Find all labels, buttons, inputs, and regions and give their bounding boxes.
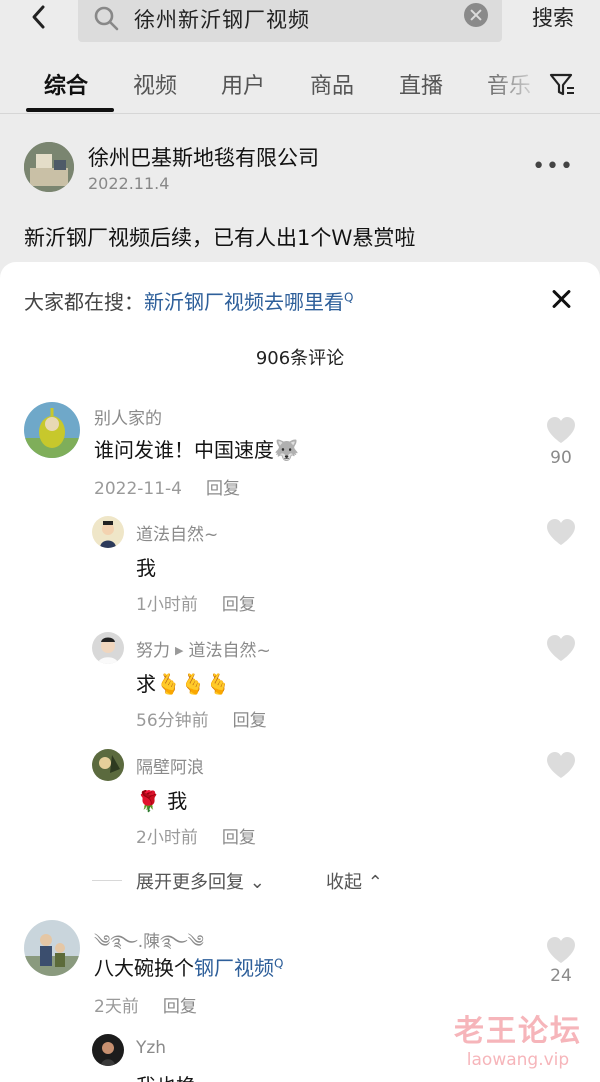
search-button[interactable]: 搜索 xyxy=(532,2,574,32)
reply-date: 2小时前 xyxy=(136,828,198,848)
collapse-replies-button[interactable]: 收起 ⌃ xyxy=(326,868,383,894)
reply-date: 1小时前 xyxy=(136,595,198,615)
trending-label: 大家都在搜： xyxy=(24,290,144,314)
heart-hands-emoji: 🫰🫰🫰 xyxy=(156,672,231,696)
search-small-icon: Q xyxy=(344,290,354,305)
tab-bar: 综合 视频 用户 商品 直播 音乐 xyxy=(0,58,600,114)
reply-to-user[interactable]: 道法自然~ xyxy=(188,641,270,661)
watermark-en: laowang.vip xyxy=(466,1050,570,1070)
tab-users[interactable]: 用户 xyxy=(221,68,265,100)
search-query: 徐州新沂钢厂视频 xyxy=(134,8,310,32)
comment-meta: 2022-11-4 回复 xyxy=(94,474,240,499)
reply-text: 🌹 我 xyxy=(136,789,188,813)
reply-text: 我 xyxy=(136,556,156,580)
rose-emoji: 🌹 xyxy=(136,789,161,813)
comment-sheet: 大家都在搜：新沂钢厂视频去哪里看Q 906条评论 别人家的 谁问发谁！中国速度🐺… xyxy=(0,262,600,1082)
search-icon xyxy=(94,6,119,31)
reply-arrow-icon: ▶ xyxy=(175,644,184,657)
avatar[interactable] xyxy=(92,516,124,548)
comment-meta: 2天前 回复 xyxy=(94,992,197,1017)
heart-icon[interactable] xyxy=(546,634,576,662)
search-input[interactable]: 徐州新沂钢厂视频 xyxy=(78,0,502,42)
avatar-image xyxy=(92,1034,124,1066)
avatar[interactable] xyxy=(92,1034,124,1066)
comment-date: 2天前 xyxy=(94,997,139,1017)
tab-videos[interactable]: 视频 xyxy=(133,68,177,100)
tab-all[interactable]: 综合 xyxy=(44,68,88,100)
reply-button[interactable]: 回复 xyxy=(233,711,267,731)
comment-count: 906条评论 xyxy=(255,348,345,369)
comment-text: 谁问发谁！中国速度🐺 xyxy=(94,438,299,462)
avatar[interactable] xyxy=(92,749,124,781)
reply-username[interactable]: Yzh xyxy=(136,1038,166,1058)
post-text: 新沂钢厂视频后续，已有人出1个Ｗ悬赏啦 xyxy=(24,226,416,250)
reply-date: 56分钟前 xyxy=(136,711,209,731)
active-tab-indicator xyxy=(26,108,114,112)
post-card[interactable]: 徐州巴基斯地毯有限公司 2022.11.4 ••• 新沂钢厂视频后续，已有人出1… xyxy=(0,114,600,274)
like-count: 90 xyxy=(550,448,572,468)
avatar-image xyxy=(24,920,80,976)
reply-username: 努力 ▶ 道法自然~ xyxy=(136,641,271,661)
heart-icon[interactable] xyxy=(546,416,576,444)
reply-button[interactable]: 回复 xyxy=(206,479,240,499)
trending-link[interactable]: 新沂钢厂视频去哪里看 xyxy=(144,290,344,314)
tab-live[interactable]: 直播 xyxy=(399,68,443,100)
back-button[interactable] xyxy=(24,2,54,32)
comment-date: 2022-11-4 xyxy=(94,479,182,499)
reply-button[interactable]: 回复 xyxy=(222,595,256,615)
comment-text: 八大碗换个钢厂视频Q xyxy=(94,956,284,980)
avatar-image xyxy=(92,516,124,548)
avatar-image xyxy=(92,749,124,781)
reply-text: 我也换 xyxy=(136,1070,196,1082)
divider xyxy=(92,880,122,881)
trending-search: 大家都在搜：新沂钢厂视频去哪里看Q xyxy=(24,286,353,315)
more-icon[interactable]: ••• xyxy=(532,154,574,179)
top-bar: 徐州新沂钢厂视频 搜索 xyxy=(0,0,600,48)
avatar[interactable] xyxy=(24,920,80,976)
reply-meta: 2小时前 回复 xyxy=(136,823,256,848)
expand-replies-button[interactable]: 展开更多回复 ⌄ xyxy=(136,868,265,894)
avatar-image xyxy=(24,142,74,192)
heart-icon[interactable] xyxy=(546,936,576,964)
reply-text: 求🫰🫰🫰 xyxy=(136,672,231,696)
avatar[interactable] xyxy=(24,142,74,192)
search-small-icon: Q xyxy=(274,956,284,971)
comment-username[interactable]: 别人家的 xyxy=(94,404,162,429)
comment-search-link[interactable]: 钢厂视频 xyxy=(194,956,274,980)
like-count: 24 xyxy=(550,966,572,986)
reply-username[interactable]: 隔壁阿浪 xyxy=(136,753,204,778)
clear-icon[interactable] xyxy=(464,3,488,27)
watermark: 老王论坛 laowang.vip xyxy=(454,1006,582,1070)
reply-meta: 56分钟前 回复 xyxy=(136,706,267,731)
reply-button[interactable]: 回复 xyxy=(163,997,197,1017)
avatar-image xyxy=(24,402,80,458)
chevron-down-icon: ⌄ xyxy=(244,872,265,893)
close-icon[interactable] xyxy=(548,286,574,312)
heart-icon[interactable] xyxy=(546,518,576,546)
reply-button[interactable]: 回复 xyxy=(222,828,256,848)
avatar[interactable] xyxy=(24,402,80,458)
tab-products[interactable]: 商品 xyxy=(310,68,354,100)
avatar[interactable] xyxy=(92,632,124,664)
watermark-cn: 老王论坛 xyxy=(454,1014,582,1049)
heart-icon[interactable] xyxy=(546,751,576,779)
avatar-image xyxy=(92,632,124,664)
reply-meta: 1小时前 回复 xyxy=(136,590,256,615)
chevron-left-icon xyxy=(32,5,45,29)
filter-icon[interactable] xyxy=(548,70,576,98)
post-date: 2022.11.4 xyxy=(88,174,170,193)
reply-username[interactable]: 道法自然~ xyxy=(136,520,218,545)
wolf-emoji: 🐺 xyxy=(274,438,299,462)
post-author[interactable]: 徐州巴基斯地毯有限公司 xyxy=(88,142,319,172)
chevron-up-icon: ⌃ xyxy=(362,872,383,893)
